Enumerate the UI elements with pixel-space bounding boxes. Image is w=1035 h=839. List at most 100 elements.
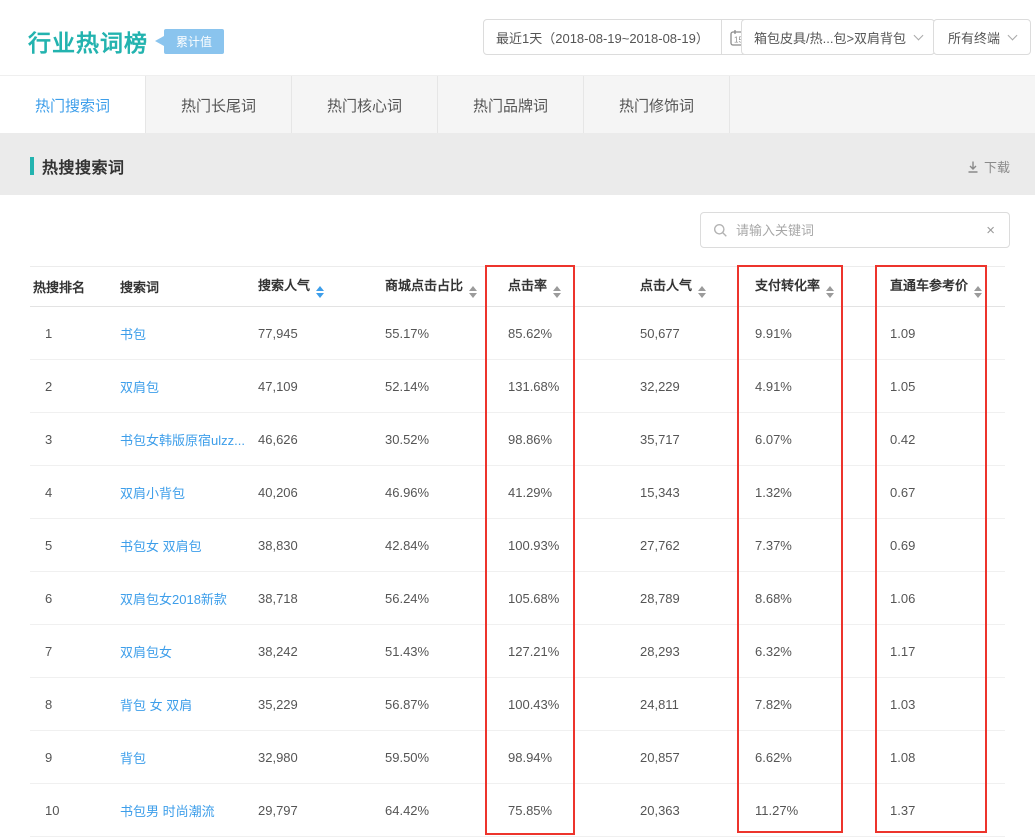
- cell-pay_conversion: 6.07%: [755, 413, 890, 466]
- cell-pay_conversion: 6.32%: [755, 625, 890, 678]
- date-range-picker[interactable]: 最近1天（2018-08-19~2018-08-19） 15: [483, 19, 756, 55]
- column-label: 搜索词: [120, 280, 159, 295]
- keyword-link[interactable]: 双肩小背包: [120, 486, 185, 501]
- download-button[interactable]: 下载: [966, 157, 1010, 176]
- cell-pay_conversion: 8.68%: [755, 572, 890, 625]
- cell-click_volume: 15,343: [640, 466, 755, 519]
- sort-icon[interactable]: [826, 286, 834, 298]
- cell-click_volume: 28,789: [640, 572, 755, 625]
- cell-ztc_price: 1.08: [890, 731, 1005, 784]
- table-row: 2双肩包47,10952.14%131.68%32,2294.91%1.05: [30, 360, 1005, 413]
- cell-pay_conversion: 7.82%: [755, 678, 890, 731]
- cell-ztc_price: 1.17: [890, 625, 1005, 678]
- cell-click_rate: 85.62%: [508, 307, 640, 360]
- cell-click_rate: 127.21%: [508, 625, 640, 678]
- cell-click_volume: 28,293: [640, 625, 755, 678]
- cell-rank: 8: [30, 678, 120, 731]
- column-label: 热搜排名: [33, 280, 85, 295]
- tab-2[interactable]: 热门核心词: [292, 76, 438, 134]
- keyword-link[interactable]: 双肩包: [120, 380, 159, 395]
- cell-click_rate: 131.68%: [508, 360, 640, 413]
- cell-mall_click_ratio: 56.87%: [385, 678, 508, 731]
- cell-keyword: 书包女 双肩包: [120, 519, 258, 572]
- cell-ztc_price: 1.06: [890, 572, 1005, 625]
- keyword-link[interactable]: 书包: [120, 327, 146, 342]
- cell-pay_conversion: 6.62%: [755, 731, 890, 784]
- cell-pay_conversion: 1.32%: [755, 466, 890, 519]
- cell-click_volume: 35,717: [640, 413, 755, 466]
- cell-keyword: 双肩包: [120, 360, 258, 413]
- sort-icon[interactable]: [316, 286, 324, 298]
- cell-click_rate: 105.68%: [508, 572, 640, 625]
- terminal-text: 所有终端: [948, 28, 1000, 47]
- table-row: 4双肩小背包40,20646.96%41.29%15,3431.32%0.67: [30, 466, 1005, 519]
- page: 行业热词榜 累计值 最近1天（2018-08-19~2018-08-19） 15…: [0, 0, 1035, 839]
- cell-ztc_price: 0.42: [890, 413, 1005, 466]
- keyword-link[interactable]: 背包 女 双肩: [120, 698, 192, 713]
- search-input[interactable]: [736, 223, 984, 238]
- keyword-link[interactable]: 书包女韩版原宿ulzz...: [120, 433, 245, 448]
- table-row: 1书包77,94555.17%85.62%50,6779.91%1.09: [30, 307, 1005, 360]
- column-label: 直通车参考价: [890, 278, 968, 293]
- cell-pay_conversion: 9.91%: [755, 307, 890, 360]
- cell-click_volume: 24,811: [640, 678, 755, 731]
- cell-search_volume: 38,718: [258, 572, 385, 625]
- sort-icon[interactable]: [698, 286, 706, 298]
- column-header-click_volume[interactable]: 点击人气: [640, 267, 755, 307]
- cell-mall_click_ratio: 59.50%: [385, 731, 508, 784]
- sort-icon[interactable]: [553, 286, 561, 298]
- cell-pay_conversion: 11.27%: [755, 784, 890, 837]
- cell-search_volume: 38,830: [258, 519, 385, 572]
- cell-rank: 4: [30, 466, 120, 519]
- cell-ztc_price: 1.05: [890, 360, 1005, 413]
- column-header-ztc_price[interactable]: 直通车参考价: [890, 267, 1005, 307]
- cell-rank: 9: [30, 731, 120, 784]
- keyword-search-box: ×: [700, 212, 1010, 248]
- terminal-dropdown[interactable]: 所有终端: [933, 19, 1031, 55]
- tab-4[interactable]: 热门修饰词: [584, 76, 730, 134]
- section-title: 热搜搜索词: [42, 154, 125, 178]
- section-title-wrap: 热搜搜索词: [30, 154, 125, 178]
- cell-rank: 2: [30, 360, 120, 413]
- cell-click_rate: 75.85%: [508, 784, 640, 837]
- cell-mall_click_ratio: 42.84%: [385, 519, 508, 572]
- table-row: 6双肩包女2018新款38,71856.24%105.68%28,7898.68…: [30, 572, 1005, 625]
- column-header-mall_click_ratio[interactable]: 商城点击占比: [385, 267, 508, 307]
- keyword-link[interactable]: 双肩包女2018新款: [120, 592, 227, 607]
- cell-click_volume: 20,363: [640, 784, 755, 837]
- column-header-rank: 热搜排名: [30, 267, 120, 307]
- keyword-link[interactable]: 背包: [120, 751, 146, 766]
- column-header-click_rate[interactable]: 点击率: [508, 267, 640, 307]
- cell-mall_click_ratio: 30.52%: [385, 413, 508, 466]
- page-title: 行业热词榜: [28, 24, 148, 58]
- table-row: 5书包女 双肩包38,83042.84%100.93%27,7627.37%0.…: [30, 519, 1005, 572]
- cell-rank: 6: [30, 572, 120, 625]
- sort-icon[interactable]: [974, 286, 982, 298]
- column-header-pay_conversion[interactable]: 支付转化率: [755, 267, 890, 307]
- download-label: 下载: [984, 157, 1010, 176]
- tab-3[interactable]: 热门品牌词: [438, 76, 584, 134]
- table-row: 9背包32,98059.50%98.94%20,8576.62%1.08: [30, 731, 1005, 784]
- cell-keyword: 双肩包女: [120, 625, 258, 678]
- hot-words-table: 热搜排名 搜索词 搜索人气商城点击占比点击率点击人气支付转化率直通车参考价 1书包7…: [30, 266, 1005, 837]
- keyword-link[interactable]: 书包女 双肩包: [120, 539, 202, 554]
- tab-0[interactable]: 热门搜索词: [0, 76, 146, 134]
- cell-click_volume: 27,762: [640, 519, 755, 572]
- cell-rank: 3: [30, 413, 120, 466]
- sort-icon[interactable]: [469, 286, 477, 298]
- table-row: 8背包 女 双肩35,22956.87%100.43%24,8117.82%1.…: [30, 678, 1005, 731]
- cell-click_rate: 100.93%: [508, 519, 640, 572]
- clear-icon[interactable]: ×: [984, 222, 997, 239]
- category-dropdown[interactable]: 箱包皮具/热...包>双肩背包: [741, 19, 935, 55]
- cell-search_volume: 46,626: [258, 413, 385, 466]
- cell-ztc_price: 1.37: [890, 784, 1005, 837]
- table-row: 7双肩包女38,24251.43%127.21%28,2936.32%1.17: [30, 625, 1005, 678]
- tab-1[interactable]: 热门长尾词: [146, 76, 292, 134]
- column-header-search_volume[interactable]: 搜索人气: [258, 267, 385, 307]
- column-header-keyword: 搜索词: [120, 267, 258, 307]
- tab-bar-filler: [730, 76, 1035, 133]
- cell-keyword: 书包女韩版原宿ulzz...: [120, 413, 258, 466]
- cell-search_volume: 40,206: [258, 466, 385, 519]
- keyword-link[interactable]: 书包男 时尚潮流: [120, 804, 215, 819]
- keyword-link[interactable]: 双肩包女: [120, 645, 172, 660]
